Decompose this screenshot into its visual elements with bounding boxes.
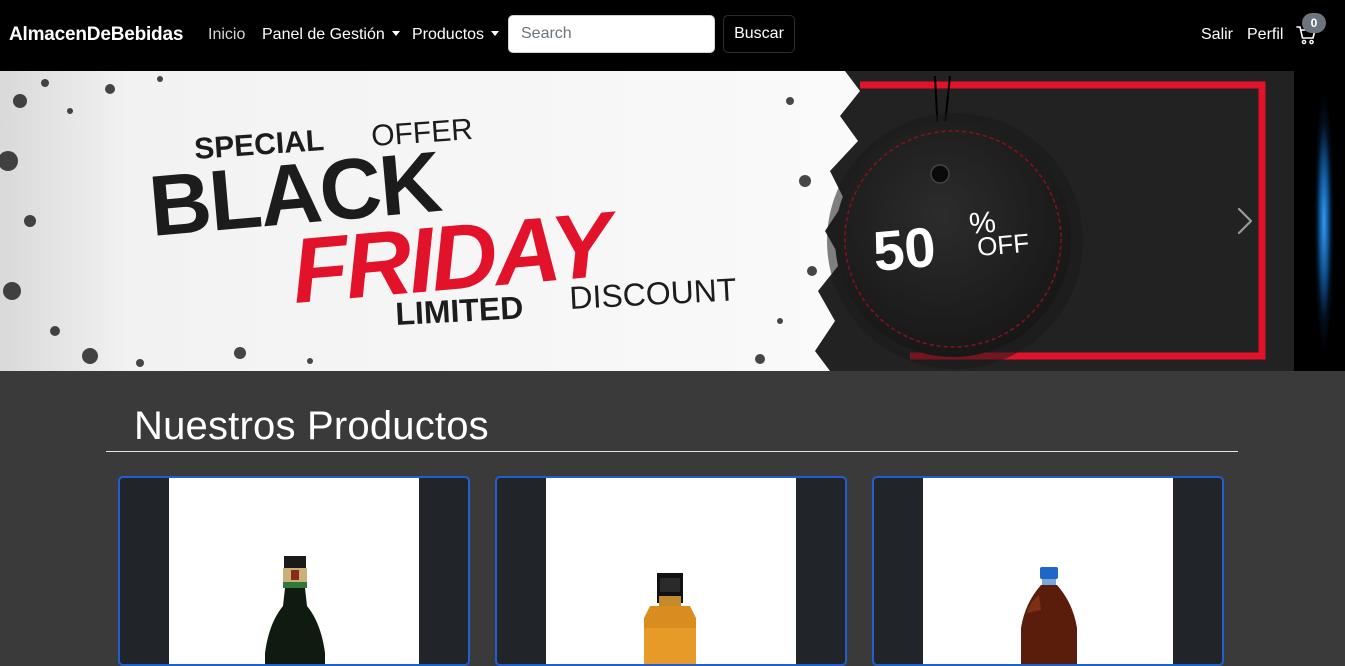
nav-link-inicio[interactable]: Inicio — [208, 26, 245, 44]
search-button[interactable]: Buscar — [723, 15, 795, 53]
caret-down-icon — [491, 31, 500, 36]
cart-count-badge: 0 — [1302, 13, 1326, 33]
brand-logo[interactable]: AlmacenDeBebidas — [9, 24, 183, 46]
navbar: AlmacenDeBebidas Inicio Panel de Gestión… — [0, 0, 1345, 71]
nav-link-perfil[interactable]: Perfil — [1247, 26, 1283, 44]
section-title: Nuestros Productos — [134, 404, 489, 448]
product-image — [546, 478, 796, 664]
product-card[interactable] — [118, 476, 470, 666]
banner-text-50: 50 — [871, 215, 939, 283]
next-slide-preview — [1294, 71, 1345, 371]
promo-carousel: SPECIAL OFFER BLACK FRIDAY LIMITED DISCO… — [0, 71, 1345, 371]
banner-text-off: OFF — [976, 228, 1030, 262]
chevron-right-icon[interactable] — [1225, 191, 1265, 251]
product-card[interactable] — [495, 476, 847, 666]
banner-text-limited: LIMITED — [394, 289, 524, 332]
nav-dropdown-panel-label: Panel de Gestión — [262, 26, 385, 43]
divider — [106, 451, 1238, 452]
caret-down-icon — [391, 31, 400, 36]
search-input[interactable] — [508, 15, 715, 53]
soda-bottle-image — [1021, 567, 1077, 664]
product-image — [169, 478, 419, 664]
liquor-bottle-image — [265, 556, 325, 664]
whiskey-bottle-image — [644, 573, 696, 664]
product-card[interactable] — [872, 476, 1224, 666]
black-friday-banner: SPECIAL OFFER BLACK FRIDAY LIMITED DISCO… — [0, 71, 1294, 371]
nav-dropdown-productos-label: Productos — [412, 26, 485, 43]
nav-dropdown-productos[interactable]: Productos — [412, 26, 500, 44]
product-image — [923, 478, 1173, 664]
nav-dropdown-panel[interactable]: Panel de Gestión — [262, 26, 400, 44]
nav-link-salir[interactable]: Salir — [1201, 26, 1233, 44]
